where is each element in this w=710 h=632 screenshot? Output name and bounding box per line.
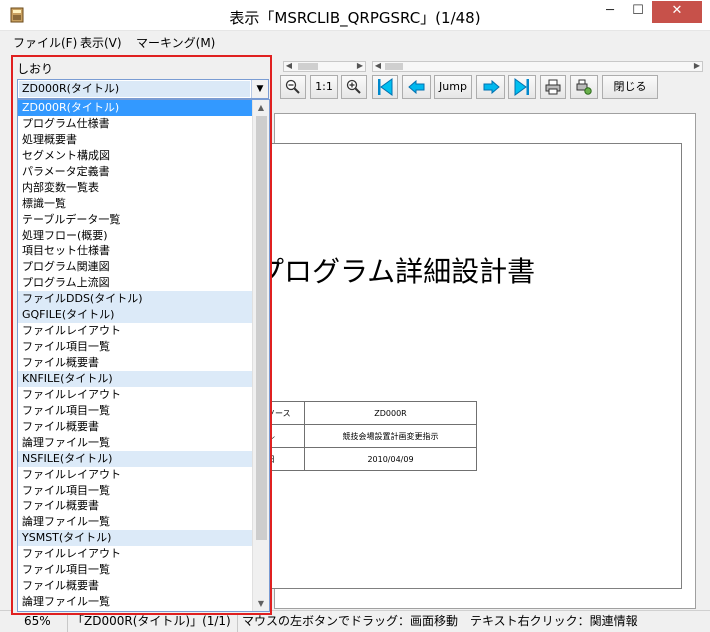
bookmark-item[interactable]: 項目セット仕様書 xyxy=(18,243,254,259)
bookmark-item[interactable]: GQFILE(タイトル) xyxy=(18,307,254,324)
zoom-out-button[interactable] xyxy=(280,75,306,99)
print-settings-icon xyxy=(576,79,592,95)
print-setup-button[interactable] xyxy=(570,75,598,99)
minimize-button[interactable]: ─ xyxy=(596,1,624,23)
slider-right-icon[interactable]: ▶ xyxy=(355,61,365,72)
maximize-button[interactable]: ☐ xyxy=(624,1,652,23)
bookmark-item[interactable]: 論理ファイル一覧 xyxy=(18,435,254,451)
document-page xyxy=(252,143,682,589)
slider-left-icon[interactable]: ◀ xyxy=(284,61,294,72)
next-page-button[interactable] xyxy=(476,75,505,99)
status-hint: マウスの左ボタンでドラッグ：画面移動 テキスト右クリック：関連情報 xyxy=(242,614,638,628)
info-value: ZD000R xyxy=(304,401,477,425)
bookmark-panel: しおり ZD000R(タイトル) ▼ ZD000R(タイトル) プログラム仕様書処… xyxy=(11,55,272,615)
chevron-down-icon[interactable]: ▼ xyxy=(251,80,268,98)
bookmark-item[interactable]: テーブルデータ一覧 xyxy=(18,212,254,228)
bookmark-dropdown[interactable]: ZD000R(タイトル) ▼ xyxy=(17,79,269,99)
bookmark-items: ZD000R(タイトル) プログラム仕様書 処理概要書 セグメント構成図 パラメータ定義… xyxy=(18,100,269,610)
prev-page-button[interactable] xyxy=(402,75,431,99)
scroll-down-icon[interactable]: ▼ xyxy=(253,596,269,611)
arrow-left-icon xyxy=(407,80,424,94)
zoom-slider[interactable]: ◀ ▶ xyxy=(283,61,366,72)
print-button[interactable] xyxy=(540,75,566,99)
bookmark-item[interactable]: プログラム関連図 xyxy=(18,259,254,275)
slider-thumb[interactable] xyxy=(385,63,403,70)
slider-left-icon[interactable]: ◀ xyxy=(373,61,383,72)
document-info-table: ーソース ZD000R トル 競技会場設置計画変更指示 成日 2010/04/0… xyxy=(254,401,477,471)
bookmark-scrollbar[interactable]: ▲ ▼ xyxy=(252,100,269,611)
jump-button[interactable]: Jump xyxy=(434,75,472,99)
bookmark-item[interactable]: ファイルレイアウト xyxy=(18,323,254,339)
bookmark-item[interactable]: ファイル項目一覧 xyxy=(18,483,254,499)
bookmark-item[interactable]: ZD000R(タイトル) xyxy=(18,100,254,116)
bookmark-item[interactable]: 処理概要書 xyxy=(18,132,254,148)
bookmark-item[interactable]: YSMST(タイトル) xyxy=(18,530,254,547)
menu-file[interactable]: ファイル(F) xyxy=(13,34,77,51)
bookmark-item[interactable]: ファイル項目一覧 xyxy=(18,403,254,419)
slider-right-icon[interactable]: ▶ xyxy=(692,61,702,72)
slider-thumb[interactable] xyxy=(298,63,318,70)
close-button[interactable]: 閉じる xyxy=(602,75,658,99)
bookmark-item[interactable]: NSFILE(タイトル) xyxy=(18,450,254,467)
info-value: 競技会場設置計画変更指示 xyxy=(304,424,477,448)
actual-size-button[interactable]: 1:1 xyxy=(310,75,338,99)
bookmark-item[interactable]: ファイルレイアウト xyxy=(18,546,254,562)
table-row: ーソース ZD000R xyxy=(254,401,477,425)
first-page-button[interactable] xyxy=(372,75,398,99)
menu-bar: ファイル(F) 表示(V) マーキング(M) xyxy=(0,31,710,53)
bookmark-item[interactable]: ファイル概要書 xyxy=(18,578,254,594)
zoom-in-button[interactable] xyxy=(341,75,367,99)
menu-marking[interactable]: マーキング(M) xyxy=(136,34,215,51)
bookmark-item[interactable]: プログラム仕様書 xyxy=(18,116,254,132)
bookmark-item[interactable]: パラメータ定義書 xyxy=(18,164,254,180)
bookmark-item[interactable]: ファイルレイアウト xyxy=(18,387,254,403)
bookmark-item[interactable]: ファイルDDS(タイトル) xyxy=(18,291,254,308)
bookmark-item[interactable]: ファイル概要書 xyxy=(18,419,254,435)
bookmark-item[interactable]: ファイルレイアウト xyxy=(18,467,254,483)
scroll-thumb[interactable] xyxy=(256,116,267,540)
bookmark-item[interactable]: ファイル概要書 xyxy=(18,355,254,371)
bookmark-item[interactable]: KNFILE(タイトル) xyxy=(18,370,254,387)
zoom-in-icon xyxy=(346,79,361,94)
close-window-button[interactable]: ✕ xyxy=(652,1,702,23)
bookmark-item[interactable]: 論理ファイル一覧 xyxy=(18,594,254,610)
page-slider[interactable]: ◀ ▶ xyxy=(372,61,703,72)
bookmark-item[interactable]: 論理ファイル一覧 xyxy=(18,514,254,530)
table-row: トル 競技会場設置計画変更指示 xyxy=(254,424,477,448)
bookmark-item[interactable]: 標識一覧 xyxy=(18,196,254,212)
document-title: プログラム詳細設計書 xyxy=(256,255,536,288)
bookmark-dropdown-value[interactable]: ZD000R(タイトル) xyxy=(19,81,250,97)
bookmark-list[interactable]: ZD000R(タイトル) プログラム仕様書 処理概要書 セグメント構成図 パラメータ定義… xyxy=(17,99,270,612)
bookmark-item[interactable]: ファイル概要書 xyxy=(18,498,254,514)
bookmark-item[interactable]: プログラム上流図 xyxy=(18,275,254,291)
bookmark-label: しおり xyxy=(17,62,54,76)
bookmark-item[interactable]: ファイル項目一覧 xyxy=(18,562,254,578)
arrow-right-icon xyxy=(483,80,500,94)
last-page-button[interactable] xyxy=(508,75,536,99)
bookmark-item[interactable]: ファイル項目一覧 xyxy=(18,339,254,355)
scroll-up-icon[interactable]: ▲ xyxy=(253,100,269,115)
info-value: 2010/04/09 xyxy=(304,447,477,471)
menu-view[interactable]: 表示(V) xyxy=(80,34,122,51)
bookmark-item[interactable]: 内部変数一覧表 xyxy=(18,180,254,196)
zoom-out-icon xyxy=(285,79,300,94)
printer-icon xyxy=(545,79,561,95)
last-page-icon xyxy=(514,78,529,96)
table-row: 成日 2010/04/09 xyxy=(254,447,477,471)
bookmark-item[interactable]: セグメント構成図 xyxy=(18,148,254,164)
title-bar: 表示「MSRCLIB_QRPGSRC」(1/48) ─ ☐ ✕ xyxy=(0,0,710,31)
bookmark-item[interactable]: 処理フロー(概要) xyxy=(18,228,254,244)
first-page-icon xyxy=(378,78,393,96)
